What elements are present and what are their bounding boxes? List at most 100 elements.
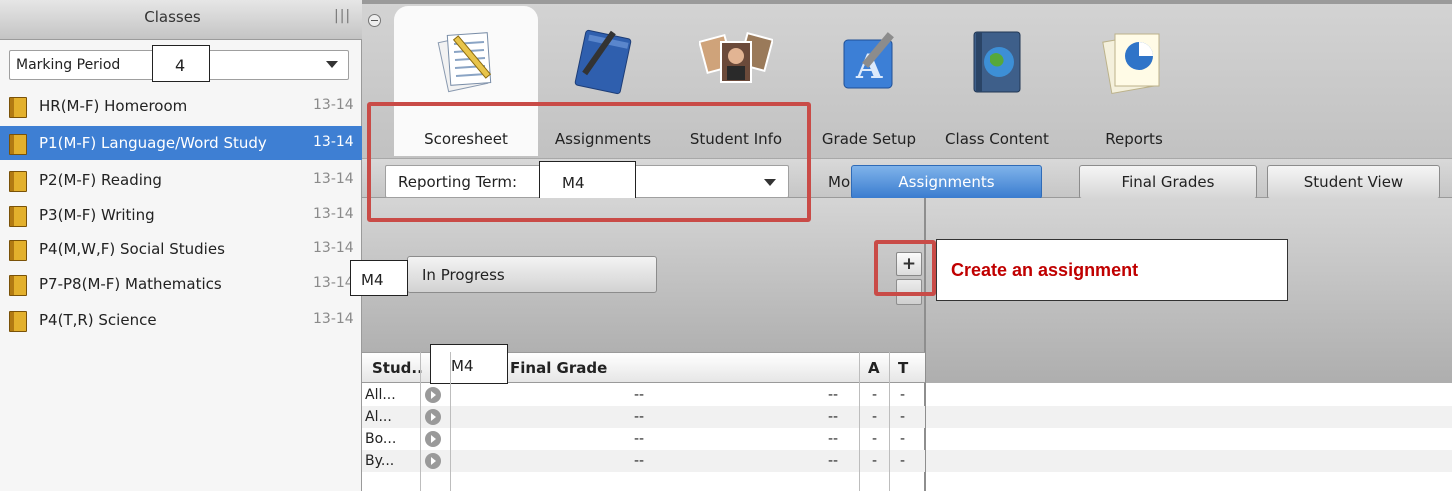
- sidebar-title: Classes: [144, 8, 201, 26]
- grade-cell: --: [828, 453, 839, 469]
- mode-student-view-button[interactable]: Student View: [1267, 165, 1440, 199]
- a-cell: -: [872, 387, 878, 403]
- class-year: 13-14: [313, 240, 354, 256]
- class-item-social-studies[interactable]: P4(M,W,F) Social Studies 13-14: [0, 232, 362, 266]
- reporting-term-highlight: [367, 102, 811, 222]
- column-divider: [420, 352, 421, 491]
- class-name: P1(M-F) Language/Word Study: [39, 134, 267, 152]
- go-arrow-icon[interactable]: [425, 453, 441, 469]
- final-grade-cell: --: [634, 431, 645, 447]
- class-item-mathematics[interactable]: P7-P8(M-F) Mathematics 13-14: [0, 267, 362, 301]
- class-item-reading[interactable]: P2(M-F) Reading 13-14: [0, 163, 362, 197]
- class-year: 13-14: [313, 275, 354, 291]
- class-book-icon: [9, 275, 27, 296]
- column-divider: [450, 352, 451, 491]
- score-row: [926, 450, 1452, 472]
- class-book-icon: [9, 206, 27, 227]
- final-grade-cell: --: [634, 409, 645, 425]
- marking-period-value-box: 4: [152, 45, 210, 82]
- class-item-writing[interactable]: P3(M-F) Writing 13-14: [0, 198, 362, 232]
- score-row: [926, 428, 1452, 450]
- final-grade-cell: --: [634, 387, 645, 403]
- status-term-box: M4: [350, 260, 408, 296]
- class-year: 13-14: [313, 206, 354, 222]
- class-year: 13-14: [313, 171, 354, 187]
- table-row[interactable]: Al... -- -- - -: [362, 406, 925, 428]
- classes-sidebar: Classes ||| Marking Period 4 HR(M-F) Hom…: [0, 0, 362, 491]
- header-a[interactable]: A: [868, 359, 880, 377]
- marking-period-label: Marking Period: [16, 57, 121, 73]
- a-cell: -: [872, 453, 878, 469]
- class-name: P3(M-F) Writing: [39, 206, 155, 224]
- student-name: All...: [365, 387, 396, 403]
- class-item-homeroom[interactable]: HR(M-F) Homeroom 13-14: [0, 89, 362, 123]
- class-year: 13-14: [313, 97, 354, 113]
- tool-class-content[interactable]: Class Content: [932, 6, 1062, 156]
- column-divider: [859, 352, 860, 491]
- tool-label: Class Content: [945, 130, 1049, 148]
- class-book-icon: [9, 240, 27, 261]
- t-cell: -: [900, 409, 906, 425]
- student-name: By...: [365, 453, 395, 469]
- column-divider: [889, 352, 890, 491]
- callout-text: Create an assignment: [951, 260, 1139, 280]
- go-arrow-icon[interactable]: [425, 387, 441, 403]
- grade-cell: --: [828, 409, 839, 425]
- score-row: [926, 384, 1452, 406]
- class-book-icon: [9, 311, 27, 332]
- score-row: [926, 406, 1452, 428]
- class-item-science[interactable]: P4(T,R) Science 13-14: [0, 303, 362, 337]
- header-t[interactable]: T: [898, 359, 908, 377]
- class-name: P7-P8(M-F) Mathematics: [39, 275, 222, 293]
- mode-assignments-button[interactable]: Assignments: [851, 165, 1042, 199]
- class-name: P4(T,R) Science: [39, 311, 157, 329]
- status-filter-button[interactable]: In Progress: [407, 256, 657, 293]
- a-cell: -: [872, 431, 878, 447]
- table-row[interactable]: Bo... -- -- - -: [362, 428, 925, 450]
- grade-setup-icon: A: [843, 32, 894, 89]
- student-photos-icon: [699, 31, 773, 83]
- class-year: 13-14: [313, 311, 354, 327]
- tool-reports[interactable]: Reports: [1086, 6, 1182, 156]
- student-name: Al...: [365, 409, 392, 425]
- tool-grade-setup[interactable]: A Grade Setup: [810, 6, 928, 156]
- class-name: HR(M-F) Homeroom: [39, 97, 188, 115]
- mode-final-grades-button[interactable]: Final Grades: [1079, 165, 1257, 199]
- header-final-grade[interactable]: Final Grade: [510, 359, 607, 377]
- a-cell: -: [872, 409, 878, 425]
- class-year: 13-14: [313, 134, 354, 150]
- create-assignment-callout: Create an assignment: [936, 239, 1288, 301]
- class-book-icon: [9, 134, 27, 155]
- class-book-icon: [9, 171, 27, 192]
- collapse-sidebar-icon[interactable]: [368, 14, 381, 27]
- grade-cell: --: [828, 431, 839, 447]
- go-arrow-icon[interactable]: [425, 409, 441, 425]
- go-arrow-icon[interactable]: [425, 431, 441, 447]
- sidebar-resize-grip-icon[interactable]: |||: [334, 8, 351, 24]
- chevron-down-icon[interactable]: [326, 61, 338, 68]
- tool-label: Reports: [1105, 130, 1163, 148]
- scoresheet-icon: [437, 32, 492, 93]
- class-name: P4(M,W,F) Social Studies: [39, 240, 225, 258]
- student-name: Bo...: [365, 431, 397, 447]
- sidebar-header: Classes |||: [0, 0, 362, 40]
- class-book-icon: [9, 97, 27, 118]
- table-row[interactable]: All... -- -- - -: [362, 384, 925, 406]
- tool-label: Grade Setup: [821, 130, 917, 148]
- t-cell: -: [900, 431, 906, 447]
- status-filter-label: In Progress: [422, 266, 505, 284]
- class-name: P2(M-F) Reading: [39, 171, 162, 189]
- main-area: Scoresheet Assignments Student Info A Gr…: [350, 0, 1452, 491]
- final-grade-cell: --: [634, 453, 645, 469]
- add-button-highlight: [874, 240, 936, 296]
- header-student[interactable]: Stud..: [372, 359, 423, 377]
- t-cell: -: [900, 453, 906, 469]
- table-row[interactable]: By... -- -- - -: [362, 450, 925, 472]
- reports-pie-icon: [1102, 33, 1160, 95]
- class-item-language-word-study[interactable]: P1(M-F) Language/Word Study 13-14: [0, 126, 362, 160]
- class-content-globe-icon: [973, 31, 1021, 93]
- grade-cell: --: [828, 387, 839, 403]
- t-cell: -: [900, 387, 906, 403]
- grid-term-box: M4: [430, 344, 508, 384]
- assignments-notebook-icon: [574, 29, 632, 95]
